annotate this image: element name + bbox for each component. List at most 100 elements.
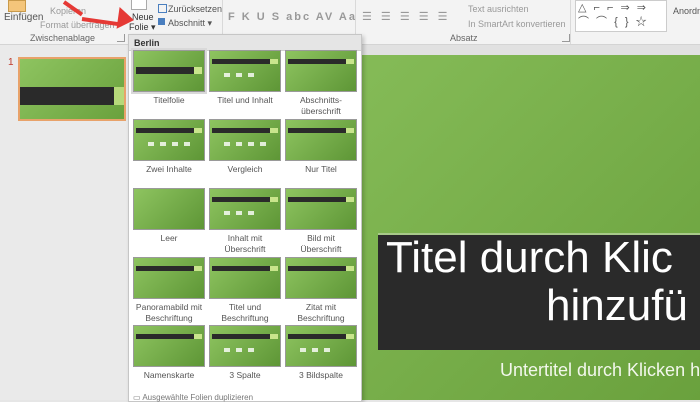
slide-thumbnail-pane: 1 [0, 45, 128, 400]
layout-label: 3 Spalte [229, 370, 261, 380]
slide-thumbnail[interactable] [18, 57, 126, 121]
layout-option[interactable]: Inhalt mit Überschrift [208, 188, 282, 255]
layout-thumbnail [133, 325, 205, 367]
layout-option[interactable]: Namenskarte [132, 325, 206, 381]
layout-placeholder-icon [184, 142, 190, 146]
layout-title-bar [288, 128, 346, 133]
reset-icon [158, 4, 167, 13]
layout-title-bar [288, 59, 346, 64]
paste-icon[interactable] [8, 0, 26, 12]
layout-placeholder-icon [148, 142, 154, 146]
layout-thumbnail [285, 50, 357, 92]
align-text-button[interactable]: Text ausrichten [468, 4, 529, 14]
section-icon [158, 18, 165, 25]
theme-header: Berlin [129, 35, 361, 51]
paste-button[interactable]: Einfügen [4, 12, 43, 23]
layout-title-bar [136, 334, 194, 339]
layout-title-bar [288, 334, 346, 339]
layout-option[interactable]: Zitat mit Beschriftung [284, 257, 358, 324]
duplicate-slides-item[interactable]: ▭ Ausgewählte Folien duplizieren [133, 393, 253, 402]
layout-accent [194, 67, 202, 74]
layout-accent [270, 266, 278, 271]
layout-option[interactable]: Titelfolie [131, 48, 207, 106]
layout-thumbnail [131, 48, 207, 94]
layout-accent [194, 128, 202, 133]
layout-title-bar [136, 67, 194, 74]
layout-thumbnail [209, 188, 281, 230]
paragraph-launcher-icon[interactable] [562, 34, 570, 42]
layout-title-bar [212, 59, 270, 64]
layout-thumbnail [209, 257, 281, 299]
layout-title-bar [212, 128, 270, 133]
layout-thumbnail [285, 119, 357, 161]
layout-accent [346, 59, 354, 64]
layout-label: Titelfolie [153, 95, 185, 105]
layout-placeholder-icon [172, 142, 178, 146]
smartart-button[interactable]: In SmartArt konvertieren [468, 19, 566, 29]
reset-button[interactable]: Zurücksetzen [168, 4, 222, 14]
layout-placeholder-icon [224, 211, 230, 215]
subtitle-placeholder[interactable]: Untertitel durch Klicken h [500, 360, 700, 381]
layout-placeholder-icon [224, 73, 230, 77]
layout-label: Leer [160, 233, 178, 243]
layout-accent [270, 59, 278, 64]
layout-label: Zwei Inhalte [146, 164, 192, 174]
layout-placeholder-icon [160, 142, 166, 146]
layout-accent [194, 334, 202, 339]
thumbnail-title-band [20, 87, 120, 105]
layout-accent [194, 266, 202, 271]
layout-option[interactable]: Panoramabild mit Beschriftung [132, 257, 206, 324]
layout-placeholder-icon [236, 348, 242, 352]
layout-placeholder-icon [312, 348, 318, 352]
layout-placeholder-icon [300, 348, 306, 352]
font-format-buttons[interactable]: F K U S abc AV Aa [228, 11, 357, 23]
layout-title-bar [212, 334, 270, 339]
layout-placeholder-icon [236, 142, 242, 146]
layout-label: Inhalt mit Überschrift [224, 233, 266, 254]
layout-option[interactable]: Abschnitts- überschrift [284, 50, 358, 117]
layout-placeholder-icon [260, 142, 266, 146]
layout-title-bar [136, 128, 194, 133]
layout-option[interactable]: Vergleich [208, 119, 282, 175]
section-button[interactable]: Abschnitt ▾ [168, 18, 212, 29]
layout-placeholder-icon [236, 73, 242, 77]
layout-placeholder-icon [248, 142, 254, 146]
layout-title-bar [288, 266, 346, 271]
layout-label: Namenskarte [143, 370, 195, 380]
layout-option[interactable]: Nur Titel [284, 119, 358, 175]
layout-option[interactable]: Bild mit Überschrift [284, 188, 358, 255]
paragraph-align-buttons[interactable]: ☰ ☰ ☰ ☰ ☰ [362, 10, 451, 23]
layout-option[interactable]: Leer [132, 188, 206, 244]
layout-label: Abschnitts- überschrift [299, 95, 343, 116]
arrange-button[interactable]: Anordn [673, 6, 700, 16]
layout-title-bar [212, 266, 270, 271]
layout-placeholder-icon [248, 73, 254, 77]
new-slide-dropdown: Berlin Titelfolie Titel und Inhalt Abschni… [128, 34, 362, 402]
layout-thumbnail [285, 188, 357, 230]
title-placeholder[interactable]: Titel durch Klic [386, 235, 700, 281]
layout-placeholder-icon [224, 348, 230, 352]
layout-option[interactable]: 3 Spalte [208, 325, 282, 381]
clipboard-launcher-icon[interactable] [117, 34, 125, 42]
layout-label: Nur Titel [305, 164, 337, 174]
layout-option[interactable]: 3 Bildspalte [284, 325, 358, 381]
title-placeholder-line2[interactable]: hinzufü [546, 283, 688, 329]
layout-thumbnail [209, 119, 281, 161]
layout-thumbnail [133, 119, 205, 161]
new-slide-button[interactable]: Neue [132, 12, 154, 22]
layout-option[interactable]: Zwei Inhalte [132, 119, 206, 175]
layout-accent [270, 197, 278, 202]
layout-label: Vergleich [227, 164, 263, 174]
layout-title-bar [136, 266, 194, 271]
layout-thumbnail [209, 325, 281, 367]
layout-option[interactable]: Titel und Inhalt [208, 50, 282, 106]
shapes-gallery[interactable]: △ ⌐ ⌐ ⇒ ⇒ ⌒ ⌒ { } ☆ [575, 0, 667, 32]
layout-option[interactable]: Titel und Beschriftung [208, 257, 282, 324]
layout-accent [346, 266, 354, 271]
layout-accent [346, 334, 354, 339]
layout-thumbnail [285, 325, 357, 367]
layout-accent [270, 334, 278, 339]
clipboard-group-label: Zwischenablage [30, 33, 96, 43]
layout-label: 3 Bildspalte [299, 370, 343, 380]
layout-placeholder-icon [236, 211, 242, 215]
